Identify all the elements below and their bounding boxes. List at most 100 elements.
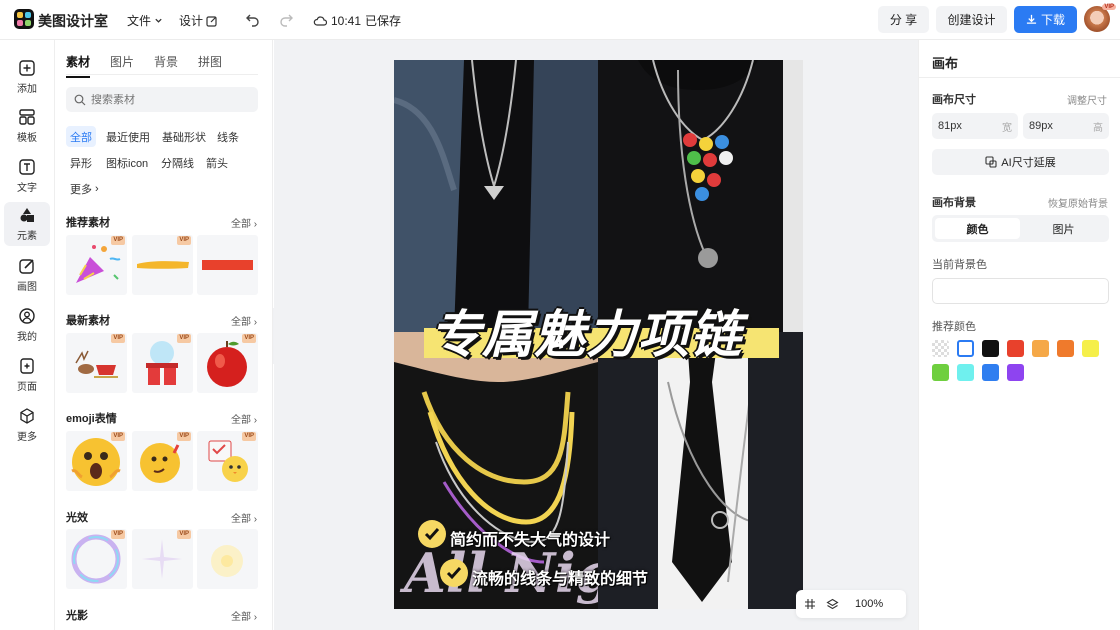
chip-basic-shapes[interactable]: 基础形状	[158, 126, 210, 147]
vip-badge: VIP	[1102, 4, 1116, 10]
chip-irregular[interactable]: 异形	[66, 152, 96, 173]
poster-title[interactable]: 专属魅力项链	[430, 293, 742, 367]
chip-recent[interactable]: 最近使用	[102, 126, 154, 147]
color-swatch[interactable]	[1032, 340, 1049, 357]
zoom-level[interactable]: 100%	[855, 598, 883, 610]
vip-badge: VIP	[111, 236, 125, 245]
sidebar-item-text[interactable]: 文字	[4, 154, 50, 198]
asset-thumb[interactable]: VIP	[197, 431, 258, 491]
color-swatch[interactable]	[957, 364, 974, 381]
panel-title: 画布	[932, 56, 959, 71]
asset-thumb[interactable]: VIP	[66, 235, 127, 295]
poster-bullet-1[interactable]: 简约而不失大气的设计	[450, 526, 610, 550]
search-input[interactable]	[91, 93, 241, 106]
section-all-link[interactable]: 全部 ›	[231, 608, 257, 623]
color-swatch[interactable]	[982, 340, 999, 357]
section-all-label: 全部	[231, 219, 251, 230]
cloud-icon	[313, 15, 327, 26]
chip-all[interactable]: 全部	[66, 126, 96, 147]
sidebar-item-template[interactable]: 模板	[4, 104, 50, 148]
ai-extend-button[interactable]: AI尺寸延展	[932, 149, 1109, 175]
color-swatch[interactable]	[1007, 364, 1024, 381]
adjust-size-link[interactable]: 调整尺寸	[1067, 92, 1107, 107]
create-design-button[interactable]: 创建设计	[936, 6, 1007, 33]
current-bg-color[interactable]	[932, 278, 1109, 304]
app-logo[interactable]	[14, 9, 34, 29]
grid-icon[interactable]	[804, 598, 816, 610]
recommended-colors-label: 推荐颜色	[932, 321, 976, 333]
bg-type-toggle: 颜色 图片	[932, 215, 1109, 242]
redo-icon[interactable]	[278, 11, 294, 27]
section-all-label: 全部	[231, 415, 251, 426]
color-swatch[interactable]	[957, 340, 974, 357]
photo-denim-jacket	[394, 60, 598, 332]
create-design-label: 创建设计	[947, 13, 996, 27]
layers-icon[interactable]	[826, 598, 839, 611]
share-label: 分 享	[889, 13, 918, 27]
sidebar-item-label: 文字	[17, 183, 37, 194]
color-swatch[interactable]	[982, 364, 999, 381]
sidebar-item-add[interactable]: 添加	[4, 55, 50, 99]
app-name[interactable]: 美图设计室	[38, 11, 108, 31]
button-necklace-illustration	[598, 60, 803, 332]
avatar[interactable]: VIP	[1084, 4, 1116, 32]
sidebar-item-label: 我的	[17, 332, 37, 343]
section-all-link[interactable]: 全部 ›	[231, 313, 257, 328]
search-box[interactable]	[66, 87, 258, 112]
width-field[interactable]: 81px 宽	[932, 113, 1018, 139]
asset-thumb[interactable]: VIP	[66, 431, 127, 491]
download-button[interactable]: 下载	[1014, 6, 1077, 33]
sidebar-item-elements[interactable]: 元素	[4, 202, 50, 246]
section-all-link[interactable]: 全部 ›	[231, 510, 257, 525]
chip-icons[interactable]: 图标icon	[102, 152, 152, 173]
color-swatch[interactable]	[932, 340, 949, 357]
poster-bullet-2[interactable]: 流畅的线条与精致的细节	[472, 565, 648, 589]
download-label: 下载	[1040, 13, 1065, 27]
user-icon	[19, 308, 35, 324]
asset-thumb[interactable]: VIP	[66, 333, 127, 393]
sidebar-item-pages[interactable]: 页面	[4, 353, 50, 397]
section-all-label: 全部	[231, 612, 251, 623]
color-swatch[interactable]	[1057, 340, 1074, 357]
chip-lines[interactable]: 线条	[213, 126, 243, 147]
asset-thumb[interactable]: VIP	[132, 529, 193, 589]
vip-badge: VIP	[177, 334, 191, 343]
asset-thumb[interactable]: VIP	[197, 333, 258, 393]
undo-icon[interactable]	[245, 11, 261, 27]
color-swatch[interactable]	[1082, 340, 1099, 357]
section-all-label: 全部	[231, 317, 251, 328]
asset-thumb[interactable]	[197, 235, 258, 295]
file-menu[interactable]: 文件	[127, 12, 163, 29]
asset-thumb[interactable]: VIP	[66, 529, 127, 589]
design-canvas[interactable]: All Night 专属魅力项链 简约而不失大气的设计 流畅的线条与精致的细节	[394, 60, 803, 609]
color-swatch[interactable]	[1007, 340, 1024, 357]
sidebar-item-label: 元素	[17, 231, 37, 242]
share-button[interactable]: 分 享	[878, 6, 929, 33]
seg-image[interactable]: 图片	[1021, 218, 1106, 239]
sidebar-item-draw[interactable]: 画图	[4, 253, 50, 297]
text-icon	[19, 159, 35, 175]
tabs-divider	[66, 74, 258, 75]
color-swatch[interactable]	[932, 364, 949, 381]
section-all-link[interactable]: 全部 ›	[231, 215, 257, 230]
section-title-light-shadow: 光影	[66, 610, 88, 622]
sidebar-item-more[interactable]: 更多	[4, 403, 50, 447]
chip-arrows[interactable]: 箭头	[202, 152, 232, 173]
glow-icon	[211, 545, 243, 577]
asset-thumb[interactable]: VIP	[132, 235, 193, 295]
height-field[interactable]: 89px 高	[1023, 113, 1109, 139]
sidebar-item-mine[interactable]: 我的	[4, 303, 50, 347]
vip-badge: VIP	[242, 432, 256, 441]
section-title-latest: 最新素材	[66, 315, 110, 327]
design-menu[interactable]: 设计	[179, 12, 218, 29]
chip-more[interactable]: 更多 ›	[66, 178, 103, 199]
seg-color[interactable]: 颜色	[935, 218, 1020, 239]
asset-thumb[interactable]: VIP	[132, 333, 193, 393]
left-toolbar: 添加 模板 文字 元素 画图 我的 页面 更多	[0, 40, 55, 630]
asset-thumb[interactable]	[197, 529, 258, 589]
asset-thumb[interactable]: VIP	[132, 431, 193, 491]
edit-icon	[206, 15, 217, 27]
restore-bg-link[interactable]: 恢复原始背景	[1048, 195, 1108, 210]
section-all-link[interactable]: 全部 ›	[231, 411, 257, 426]
chip-dividers[interactable]: 分隔线	[157, 152, 198, 173]
